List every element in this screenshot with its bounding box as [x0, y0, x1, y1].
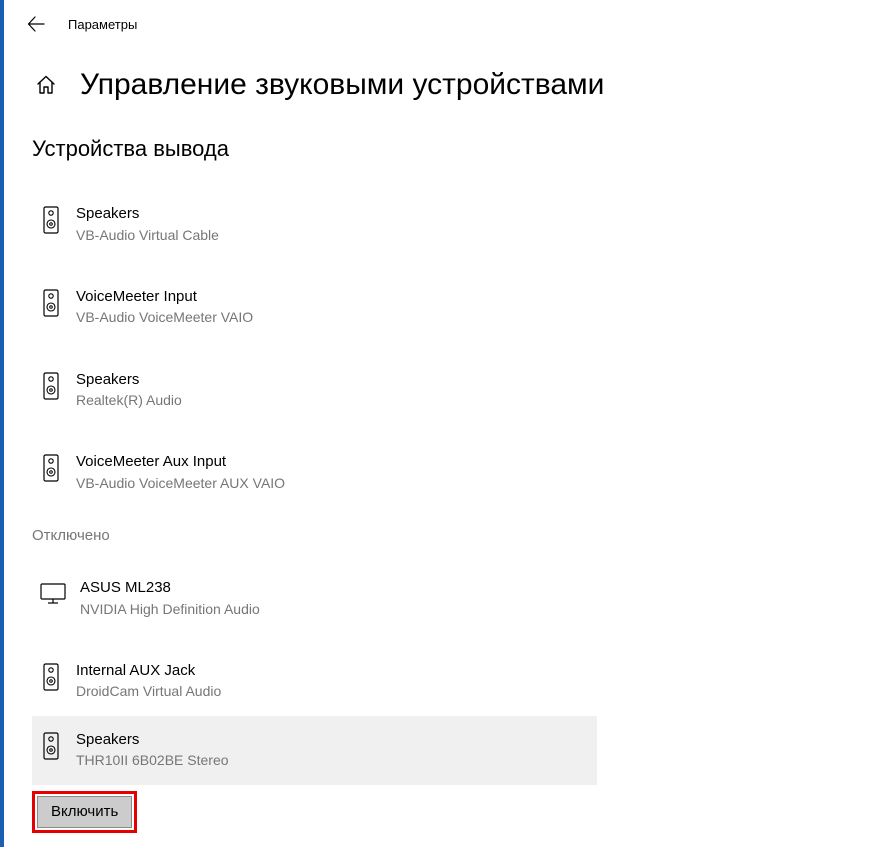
device-name: Speakers	[76, 204, 219, 224]
highlight-annotation: Включить	[32, 791, 137, 833]
device-item[interactable]: VoiceMeeter Aux Input VB-Audio VoiceMeet…	[40, 438, 605, 507]
device-item[interactable]: VoiceMeeter Input VB-Audio VoiceMeeter V…	[40, 273, 605, 342]
output-device-list: Speakers VB-Audio Virtual Cable VoiceMee…	[40, 190, 860, 507]
speaker-icon	[40, 452, 62, 484]
page-title: Управление звуковыми устройствами	[80, 68, 604, 102]
device-name: VoiceMeeter Input	[76, 287, 253, 307]
monitor-icon	[40, 578, 66, 610]
device-subtitle: THR10II 6B02BE Stereo	[76, 750, 229, 770]
speaker-icon	[40, 661, 62, 693]
speaker-icon	[40, 287, 62, 319]
device-item-selected[interactable]: Speakers THR10II 6B02BE Stereo	[32, 716, 597, 785]
home-icon[interactable]	[32, 71, 60, 99]
speaker-icon	[40, 204, 62, 236]
back-button[interactable]	[16, 4, 56, 44]
speaker-icon	[40, 370, 62, 402]
device-subtitle: VB-Audio Virtual Cable	[76, 225, 219, 245]
device-name: Internal AUX Jack	[76, 661, 221, 681]
device-subtitle: NVIDIA High Definition Audio	[80, 599, 260, 619]
device-subtitle: Realtek(R) Audio	[76, 390, 182, 410]
device-name: Speakers	[76, 730, 229, 750]
disabled-section-label: Отключено	[32, 527, 860, 544]
device-item[interactable]: Speakers VB-Audio Virtual Cable	[40, 190, 605, 259]
speaker-icon	[40, 730, 62, 762]
enable-button[interactable]: Включить	[37, 796, 132, 828]
device-item[interactable]: Internal AUX Jack DroidCam Virtual Audio	[40, 647, 605, 716]
device-subtitle: VB-Audio VoiceMeeter VAIO	[76, 307, 253, 327]
header-title: Параметры	[68, 17, 137, 32]
output-devices-heading: Устройства вывода	[32, 136, 860, 162]
device-name: ASUS ML238	[80, 578, 260, 598]
device-name: Speakers	[76, 370, 182, 390]
device-subtitle: VB-Audio VoiceMeeter AUX VAIO	[76, 473, 285, 493]
device-item[interactable]: Speakers Realtek(R) Audio	[40, 356, 605, 425]
device-name: VoiceMeeter Aux Input	[76, 452, 285, 472]
device-subtitle: DroidCam Virtual Audio	[76, 681, 221, 701]
disabled-device-list: ASUS ML238 NVIDIA High Definition Audio …	[40, 564, 860, 784]
arrow-left-icon	[27, 15, 45, 33]
device-item[interactable]: ASUS ML238 NVIDIA High Definition Audio	[40, 564, 605, 633]
